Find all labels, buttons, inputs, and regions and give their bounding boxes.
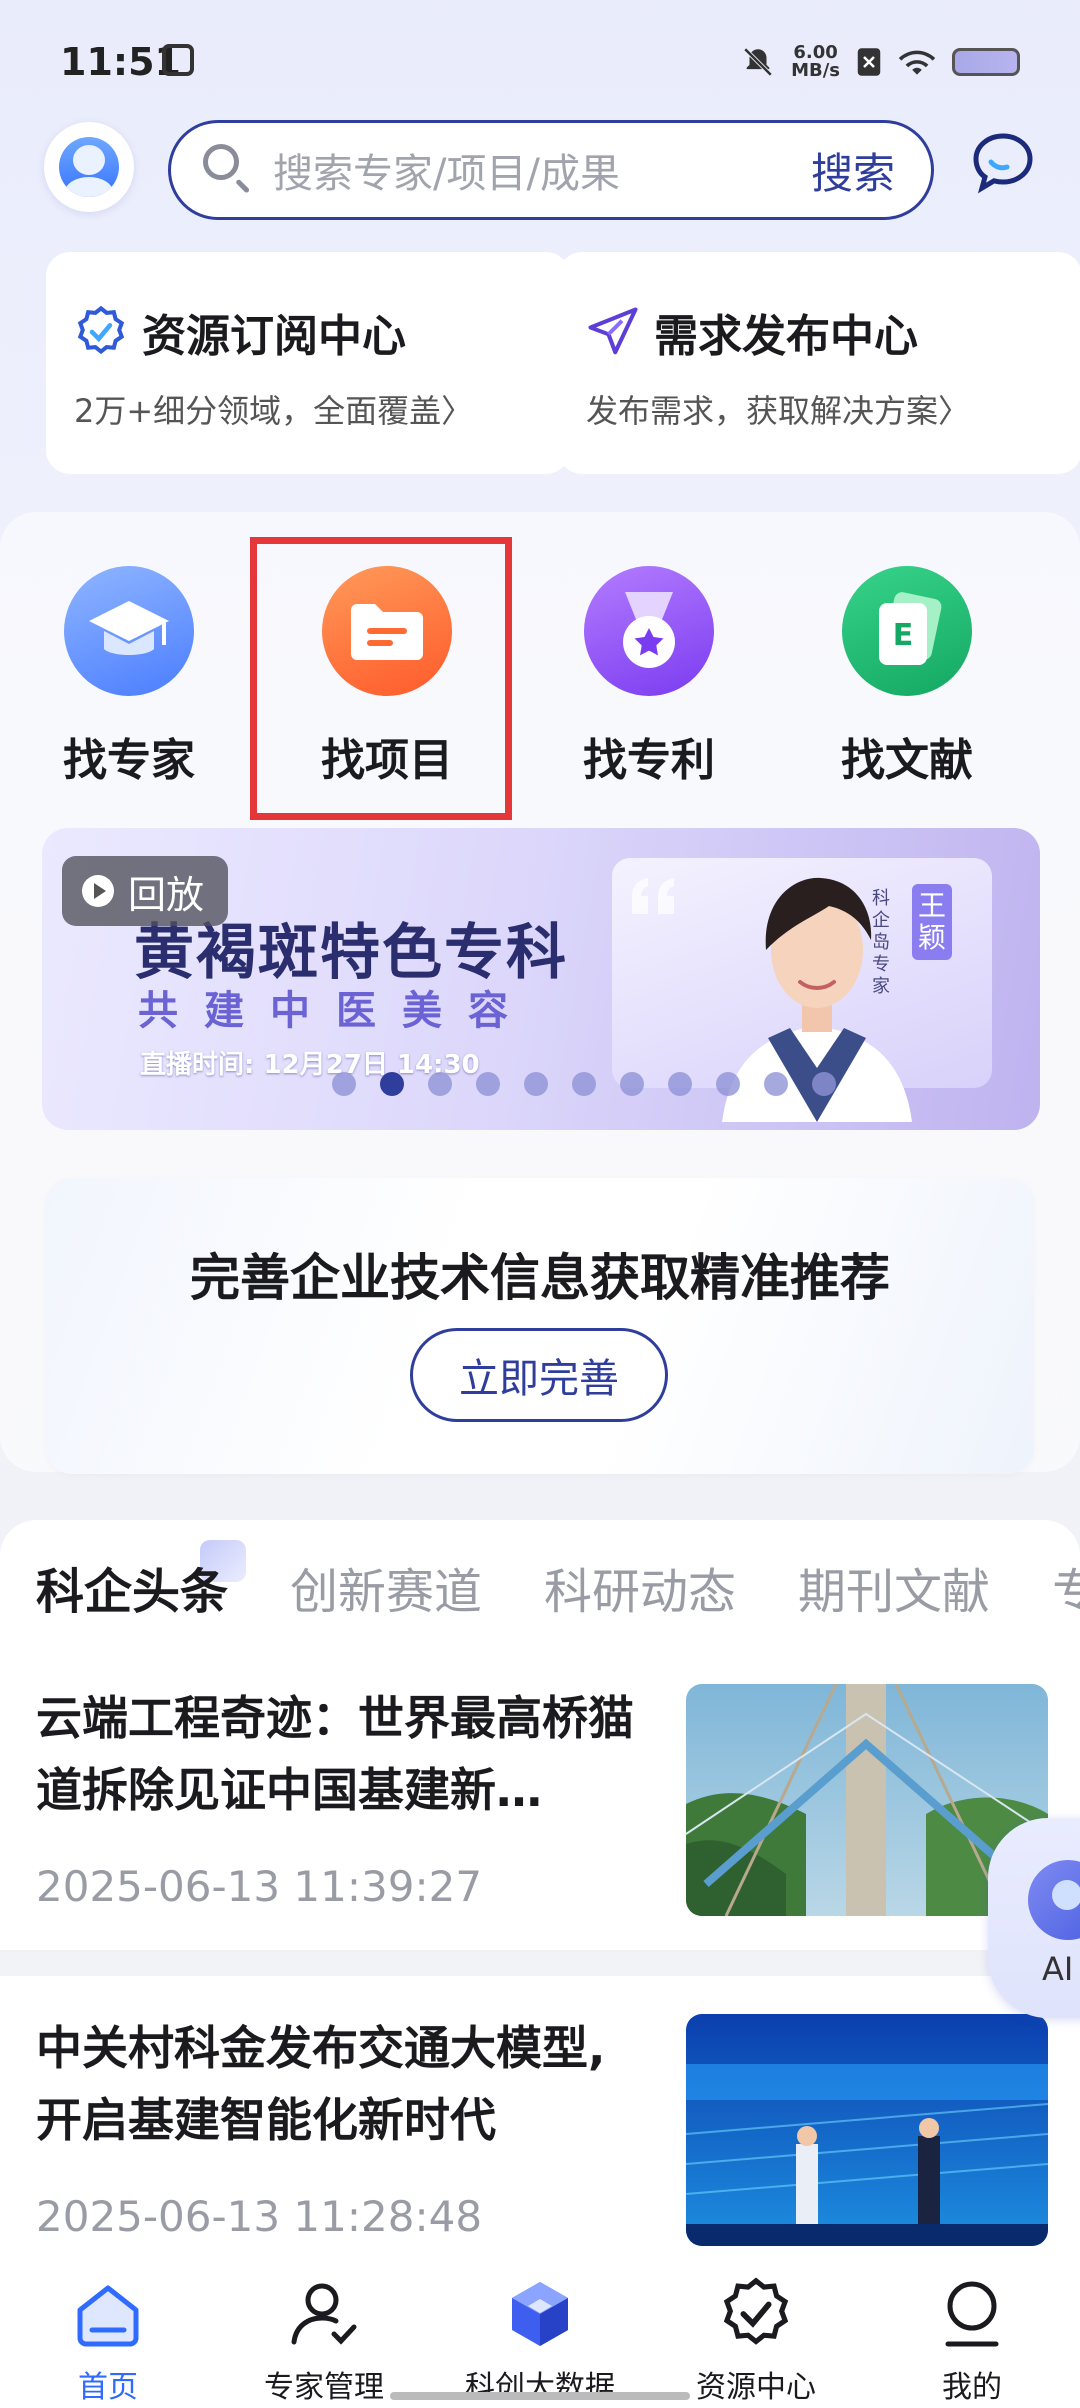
news-tabs: 科企头条 创新赛道 科研动态 期刊文献 专: [36, 1552, 1080, 1622]
resource-subscription-card[interactable]: 资源订阅中心 2万+细分领域，全面覆盖〉: [46, 252, 570, 474]
ai-label: AI: [1042, 1950, 1074, 1988]
cube-icon: [512, 2282, 568, 2346]
document-e-icon: E: [842, 566, 972, 696]
demand-publish-title: 需求发布中心: [654, 311, 918, 362]
sim-off-icon: [857, 48, 881, 76]
promo-card: 完善企业技术信息获取精准推荐 立即完善: [46, 1178, 1034, 1474]
banner-subtitle: 共建中医美容: [138, 988, 534, 1034]
find-literature-button[interactable]: E 找文献: [792, 566, 1022, 788]
replay-label: 回放: [128, 872, 205, 917]
highlight-box: [250, 537, 512, 820]
search-placeholder: 搜索专家/项目/成果: [273, 151, 620, 197]
profile-icon: [945, 2281, 999, 2347]
nav-big-data[interactable]: 科创大数据: [432, 2256, 648, 2408]
carousel-dot[interactable]: [380, 1072, 404, 1096]
svg-text:E: E: [893, 618, 914, 653]
demand-publish-card[interactable]: 需求发布中心 发布需求，获取解决方案〉: [558, 252, 1080, 474]
news-thumbnail[interactable]: [686, 2014, 1048, 2246]
carousel-dot[interactable]: [476, 1072, 500, 1096]
home-icon: [77, 2285, 139, 2347]
ai-eye: [1052, 1880, 1080, 1910]
bottom-nav: 首页 专家管理 科创大数据 资源中心 我的: [0, 2256, 1080, 2408]
badge-check-icon: [723, 2277, 789, 2345]
tab-journals[interactable]: 期刊文献: [798, 1552, 990, 1622]
user-check-icon: [291, 2283, 357, 2345]
tab-research-news[interactable]: 科研动态: [544, 1552, 736, 1622]
complete-now-button[interactable]: 立即完善: [410, 1328, 668, 1422]
nav-resource-center[interactable]: 资源中心: [648, 2256, 864, 2408]
find-expert-button[interactable]: 找专家: [14, 566, 244, 788]
tab-innovation-track[interactable]: 创新赛道: [290, 1552, 482, 1622]
search-input[interactable]: 搜索专家/项目/成果 搜索: [168, 120, 934, 220]
promo-title: 完善企业技术信息获取精准推荐: [190, 1249, 890, 1307]
notification-icon: [162, 44, 194, 76]
nav-expert-management[interactable]: 专家管理: [216, 2256, 432, 2408]
carousel-dot[interactable]: [332, 1072, 356, 1096]
expert-name: 王颖: [912, 884, 952, 960]
divider: [0, 1950, 1080, 1976]
quote-icon: [632, 878, 674, 914]
find-expert-label: 找专家: [63, 735, 195, 786]
battery-icon: [952, 48, 1020, 76]
carousel-dots: [332, 1072, 836, 1096]
carousel-dot[interactable]: [812, 1072, 836, 1096]
graduation-cap-icon: [64, 566, 194, 696]
home-indicator: [390, 2392, 690, 2400]
find-patent-label: 找专利: [583, 735, 715, 786]
net-speed: 6.00 MB/s: [791, 42, 840, 81]
tab-headlines[interactable]: 科企头条: [36, 1552, 228, 1622]
find-patent-button[interactable]: 找专利: [534, 566, 764, 788]
shield-check-icon: [77, 305, 125, 355]
carousel-dot[interactable]: [764, 1072, 788, 1096]
expert-tag: 科企岛专家: [872, 888, 890, 997]
nav-mine-label: 我的: [942, 2370, 1002, 2405]
nav-resource-center-label: 资源中心: [696, 2370, 816, 2405]
avatar[interactable]: [44, 122, 134, 212]
nav-mine[interactable]: 我的: [864, 2256, 1080, 2408]
banner-carousel[interactable]: 科企岛专家 王颖 黄褐斑特色专科 共建中医美容 直播时间: 12月27日 14:…: [42, 828, 1040, 1130]
carousel-dot[interactable]: [668, 1072, 692, 1096]
tab-more[interactable]: 专: [1052, 1552, 1080, 1622]
resource-subscription-subtitle: 2万+细分领域，全面覆盖〉: [74, 392, 474, 430]
replay-badge[interactable]: 回放: [62, 856, 229, 926]
carousel-dot[interactable]: [620, 1072, 644, 1096]
find-literature-label: 找文献: [841, 735, 973, 786]
nav-home[interactable]: 首页: [0, 2256, 216, 2408]
search-icon: [201, 142, 257, 198]
status-icons: 6.00 MB/s: [741, 40, 1020, 84]
paper-plane-icon: [588, 307, 638, 355]
demand-publish-subtitle: 发布需求，获取解决方案〉: [586, 392, 971, 430]
mute-icon: [743, 47, 773, 77]
carousel-dot[interactable]: [428, 1072, 452, 1096]
carousel-dot[interactable]: [716, 1072, 740, 1096]
resource-subscription-title: 资源订阅中心: [142, 311, 406, 362]
news-time: 2025-06-13 11:39:27: [36, 1862, 483, 1911]
nav-expert-management-label: 专家管理: [264, 2370, 384, 2405]
news-title: 云端工程奇迹：世界最高桥猫道拆除见证中国基建新…: [36, 1691, 634, 1817]
nav-home-label: 首页: [78, 2370, 138, 2405]
news-title: 中关村科金发布交通大模型,开启基建智能化新时代: [36, 2021, 606, 2147]
play-icon: [82, 875, 114, 907]
wifi-icon: [898, 50, 936, 75]
news-time: 2025-06-13 11:28:48: [36, 2192, 483, 2241]
search-button[interactable]: 搜索: [811, 140, 895, 201]
carousel-dot[interactable]: [524, 1072, 548, 1096]
message-icon[interactable]: [968, 128, 1038, 198]
medal-icon: [584, 566, 714, 696]
carousel-dot[interactable]: [572, 1072, 596, 1096]
